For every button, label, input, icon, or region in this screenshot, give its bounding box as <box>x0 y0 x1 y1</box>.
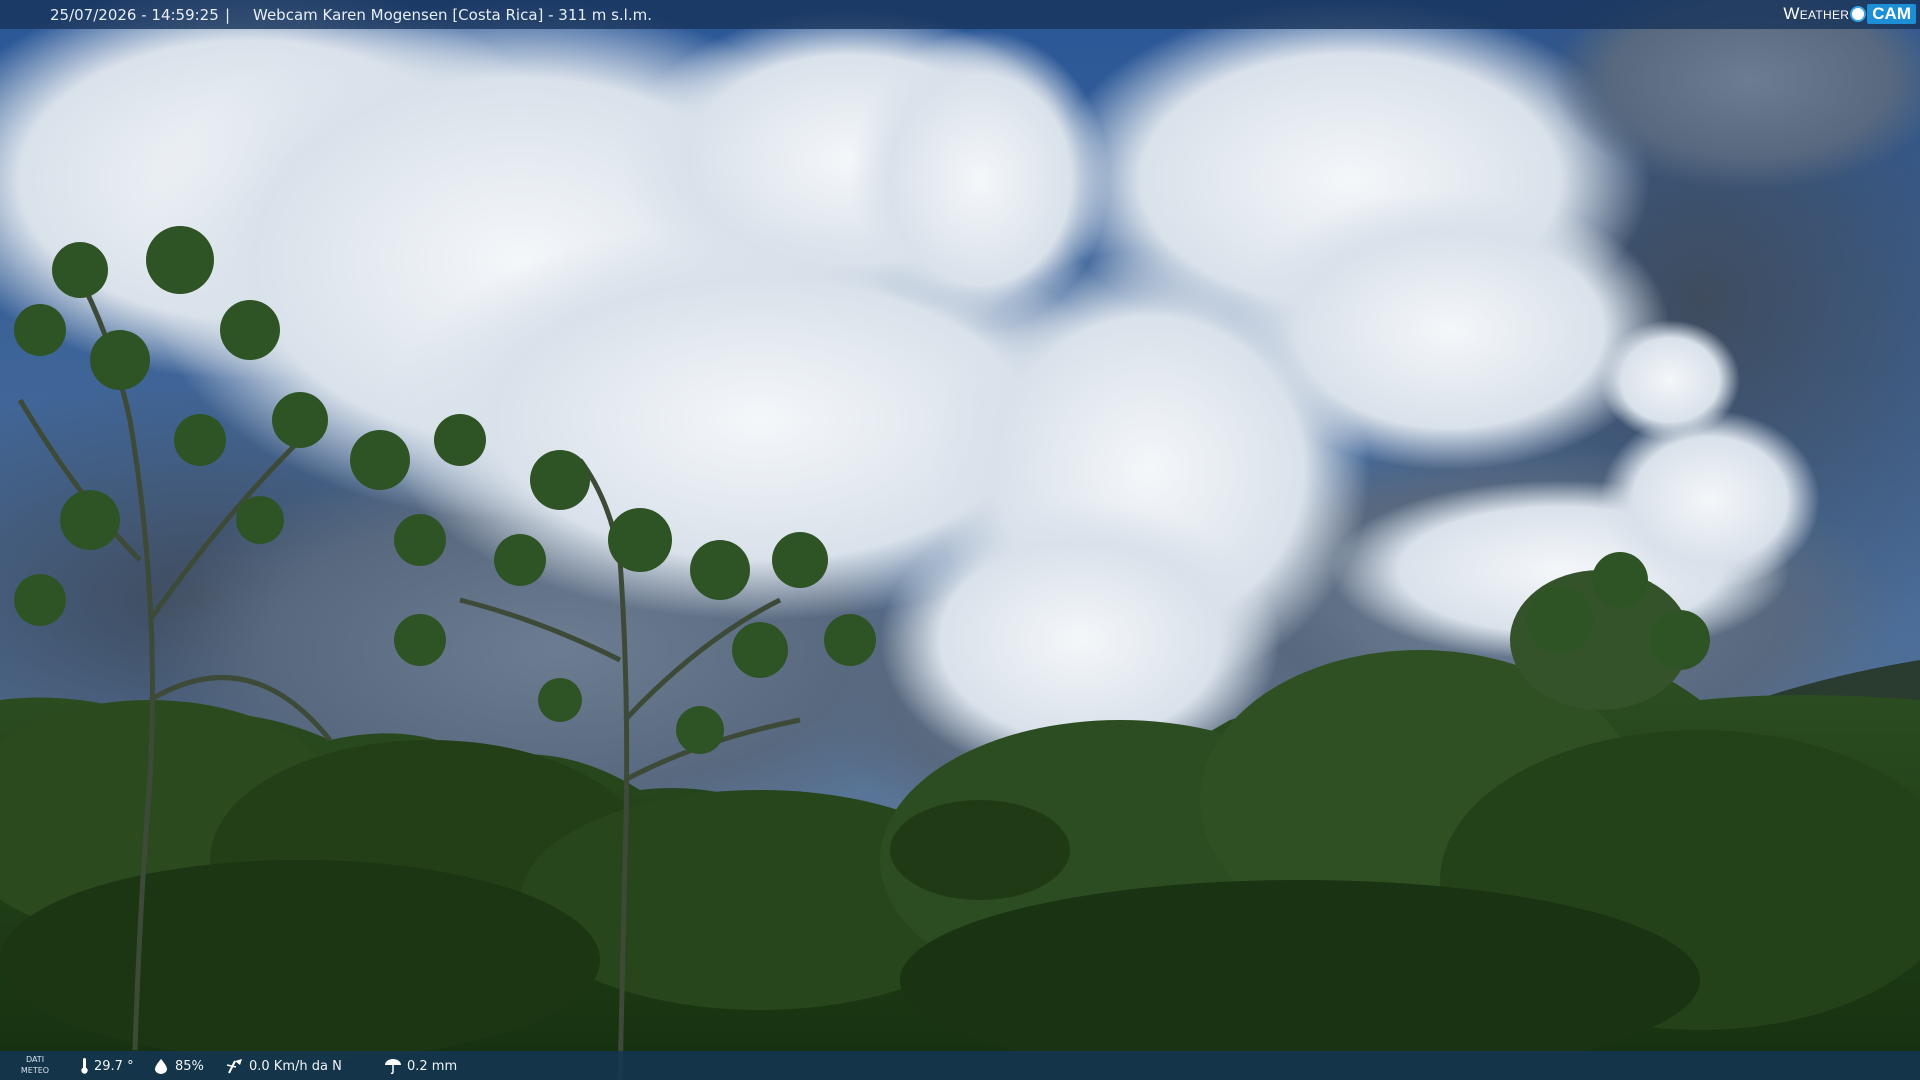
meteo-label: METEO <box>20 1066 50 1075</box>
webcam-image <box>0 0 1920 1080</box>
top-info-bar: 25/07/2026 - 14:59:25 | Webcam Karen Mog… <box>0 0 1920 29</box>
wind-reading: 0.0 Km/h da N <box>226 1058 342 1074</box>
logo-cam-text: CAM <box>1867 4 1916 24</box>
datetime-label: 25/07/2026 - 14:59:25 <box>50 6 219 24</box>
rain-icon <box>385 1059 401 1074</box>
humidity-value: 85% <box>175 1058 204 1074</box>
webcam-title: Webcam Karen Mogensen [Costa Rica] - 311… <box>253 6 652 24</box>
humidity-icon <box>155 1059 167 1074</box>
separator: | <box>225 6 231 24</box>
weathercam-logo: Weather CAM <box>1783 3 1916 25</box>
rain-value: 0.2 mm <box>407 1058 458 1074</box>
bottom-weather-bar: DATI METEO 29.7 ° 85% 0.0 Km/h da N 0.2 … <box>0 1051 1920 1080</box>
humidity-reading: 85% <box>152 1058 204 1074</box>
logo-weather-text: Weather <box>1783 4 1850 23</box>
dati-meteo-label: DATI METEO <box>18 1054 52 1076</box>
temperature-value: 29.7 ° <box>94 1058 134 1074</box>
wind-icon <box>226 1059 242 1074</box>
wind-value: 0.0 Km/h da N <box>249 1058 342 1074</box>
logo-globe-icon <box>1852 8 1865 20</box>
thermometer-icon <box>81 1058 88 1074</box>
rain-reading: 0.2 mm <box>384 1058 457 1074</box>
dati-label: DATI <box>25 1055 45 1064</box>
temperature-reading: 29.7 ° <box>80 1058 134 1074</box>
